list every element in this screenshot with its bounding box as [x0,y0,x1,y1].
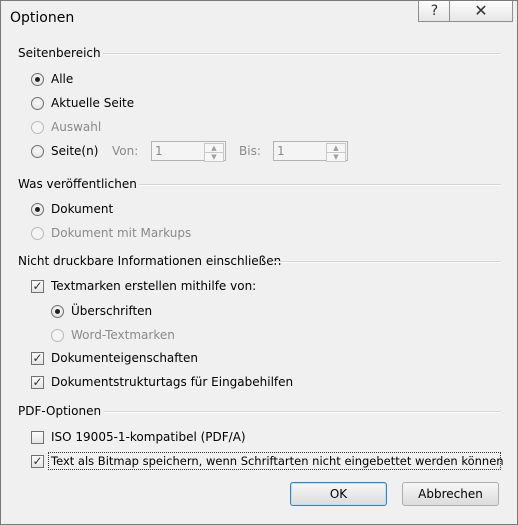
checkbox-structure-tags-label: Dokumentstrukturtags für Eingabehilfen [51,375,294,389]
dialog-title: Optionen [10,10,75,26]
radio-selection[interactable] [31,121,44,134]
checkbox-bookmarks[interactable]: ✓ [31,280,44,293]
radio-current-page-label: Aktuelle Seite [51,96,135,110]
from-input[interactable] [153,143,209,159]
to-spinner[interactable]: ▲ ▼ [273,141,348,162]
to-input[interactable] [275,143,331,159]
checkbox-properties[interactable]: ✓ [31,352,44,365]
from-spinner[interactable]: ▲ ▼ [151,141,226,162]
radio-document[interactable] [31,203,44,216]
publish-what-heading: Was veröffentlichen [18,177,137,191]
options-dialog: Optionen ? ✕ Seitenbereich Alle Aktuelle… [0,0,518,525]
checkbox-iso-pdfa-label: ISO 19005-1-kompatibel (PDF/A) [51,430,246,444]
checkbox-properties-label: Dokumenteigenschaften [51,351,198,365]
radio-headings[interactable] [51,305,64,318]
from-label: Von: [112,144,139,158]
from-down-arrow-icon[interactable]: ▼ [204,152,224,162]
title-bar: Optionen ? ✕ [1,1,517,34]
page-range-heading: Seitenbereich [18,46,101,60]
cancel-button[interactable]: Abbrechen [402,482,499,506]
close-button[interactable]: ✕ [449,1,513,22]
radio-headings-label: Überschriften [71,304,153,318]
nonprint-divider [272,261,501,263]
page-range-divider [103,53,501,55]
checkbox-text-bitmap-label: Text als Bitmap speichern, wenn Schrifta… [51,454,504,468]
checkbox-structure-tags[interactable]: ✓ [31,376,44,389]
radio-document-label: Dokument [51,202,114,216]
pdf-options-divider [104,411,501,413]
help-icon: ? [430,3,439,19]
pdf-options-heading: PDF-Optionen [18,404,102,418]
to-label: Bis: [239,144,261,158]
radio-word-bookmarks-label: Word-Textmarken [71,328,175,342]
checkbox-iso-pdfa[interactable] [31,431,44,444]
radio-all[interactable] [31,73,44,86]
radio-selection-label: Auswahl [51,120,102,134]
radio-pages-label: Seite(n) [51,144,99,158]
checkbox-text-bitmap[interactable]: ✓ [31,455,44,468]
radio-document-markup-label: Dokument mit Markups [51,226,192,240]
radio-all-label: Alle [51,72,74,86]
to-down-arrow-icon[interactable]: ▼ [326,152,346,162]
radio-document-markup[interactable] [31,227,44,240]
close-icon: ✕ [474,1,488,20]
radio-word-bookmarks[interactable] [51,329,64,342]
radio-pages[interactable] [31,145,44,158]
publish-what-divider [139,184,501,186]
radio-current-page[interactable] [31,97,44,110]
help-button[interactable]: ? [418,1,451,22]
checkbox-bookmarks-label: Textmarken erstellen mithilfe von: [51,279,257,293]
ok-button[interactable]: OK [290,482,387,506]
nonprint-heading: Nicht druckbare Informationen einschließ… [18,254,282,268]
